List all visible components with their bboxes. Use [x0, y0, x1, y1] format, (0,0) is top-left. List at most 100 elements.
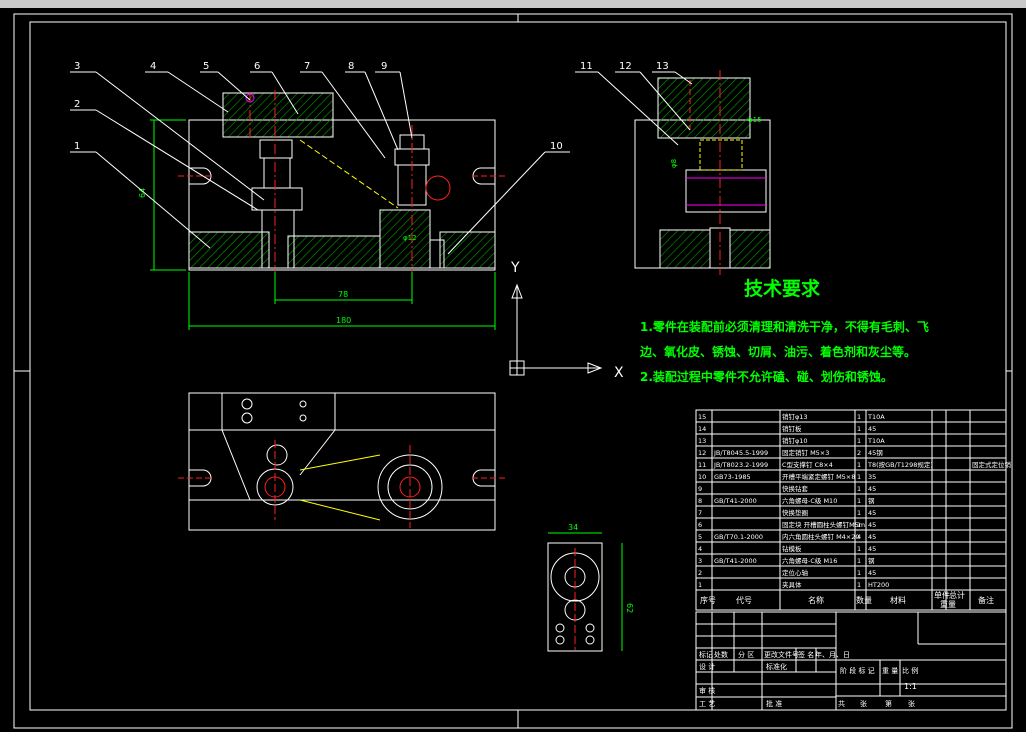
- bom-cell: 3: [698, 557, 702, 565]
- bom-cell: 1: [857, 581, 861, 589]
- bom-header-cell: 数量: [856, 595, 872, 605]
- part-number-7: 7: [304, 61, 310, 72]
- top-screw-hole-2: [241, 412, 253, 424]
- bom-cell: 1: [698, 581, 702, 589]
- bom-cell: 内六角圆柱头螺钉 M4×20: [782, 532, 860, 541]
- title-block: 标记 处数 分 区 更改文件号 签 名 年、月、日 设 计 标准化 阶 段 标 …: [695, 611, 1007, 711]
- bom-cell: GB/T70.1-2000: [714, 533, 763, 541]
- side-workpiece: [685, 169, 767, 213]
- support-circle: [425, 175, 451, 201]
- bom-cell: 45: [868, 485, 876, 493]
- tb-standard: 标准化: [766, 662, 787, 671]
- part-number-10: 10: [550, 141, 563, 152]
- bom-cell: 45: [868, 425, 876, 433]
- side-view: φ15 φ8: [634, 70, 771, 275]
- part-number-4: 4: [150, 61, 156, 72]
- bom-cell: 11: [698, 461, 706, 469]
- bom-cell: 快换垫圈: [782, 508, 808, 517]
- bom-cell: 1: [857, 497, 861, 505]
- bom-cell: 45: [868, 521, 876, 529]
- side-drill-plate: [657, 77, 751, 139]
- bom-cell: 定位心轴: [782, 568, 809, 577]
- bom-cell: 固定销钉 M5×3: [782, 448, 829, 457]
- bom-cell: 45: [868, 545, 876, 553]
- bom-header-cell: 材料: [890, 595, 906, 605]
- bom-header-cell: 总计: [949, 590, 965, 600]
- bom-cell: 45: [868, 509, 876, 517]
- detail-dim-width: 34: [568, 523, 578, 532]
- bom-cell: T10A: [867, 413, 885, 421]
- bom-header-cell: 备注: [978, 595, 994, 605]
- bom-cell: 1: [857, 473, 861, 481]
- bom-cell: 1: [857, 413, 861, 421]
- bom-cell: 8: [698, 497, 702, 505]
- top-pin-hole-2: [299, 414, 307, 422]
- bom-cell: 1: [857, 425, 861, 433]
- bom-cell: 销钉φ10: [782, 436, 808, 445]
- bom-cell: 1: [857, 545, 861, 553]
- part-number-2: 2: [74, 99, 80, 110]
- bom-cell: 快换钻套: [782, 484, 809, 493]
- detail-hole-2: [555, 635, 565, 645]
- mandrel-shaft: [263, 157, 291, 189]
- bom-cell: 6: [698, 521, 702, 529]
- window-titlebar: [0, 0, 1026, 8]
- top-mandrel-hole: [266, 444, 288, 466]
- detail-hole-1: [555, 623, 565, 633]
- drawing-canvas[interactable]: 64 78 180 φ12 3 2 1 4 5 6 7 8 9 10 φ15 φ…: [0, 8, 1026, 732]
- dim-78-text: 78: [338, 290, 348, 299]
- bom-cell: 六角螺母-C级 M16: [782, 556, 837, 565]
- bom-header-cell: 名称: [808, 595, 824, 605]
- tb-change-doc: 更改文件号: [764, 650, 799, 659]
- bom-cell: GB/T41-2000: [714, 557, 757, 565]
- ucs-x-label: X: [614, 365, 624, 381]
- tb-weight: 重 量: [882, 667, 898, 675]
- bom-cell: 六角螺母-C级 M10: [782, 496, 837, 505]
- bom-cell: 1: [857, 437, 861, 445]
- detail-hole-3: [585, 623, 595, 633]
- part-number-13: 13: [656, 61, 669, 72]
- bom-cell: 45钢: [868, 449, 883, 457]
- bom-cell: 1: [857, 485, 861, 493]
- bom-cell: 14: [698, 425, 706, 433]
- tech-line-3: 2.装配过程中零件不允许磕、碰、划伤和锈蚀。: [640, 369, 893, 384]
- part-number-3: 3: [74, 61, 80, 72]
- part-number-11: 11: [580, 61, 593, 72]
- side-dim-h: φ8: [670, 159, 678, 168]
- bom-cell: 固定块 开槽圆柱头螺钉M5m: [782, 520, 865, 529]
- bom-cell: 2: [857, 449, 861, 457]
- bom-cell: GB73-1985: [714, 473, 751, 481]
- bom-cell: HT200: [868, 581, 889, 589]
- dim-180-text: 180: [336, 316, 351, 325]
- tb-zone: 分 区: [738, 650, 754, 659]
- top-view: [178, 392, 506, 531]
- bom-cell: 夹具体: [782, 580, 802, 589]
- tb-date: 年、月、日: [815, 650, 850, 659]
- part-number-12: 12: [619, 61, 632, 72]
- bom-cell: 固定式定位销: [972, 460, 1012, 469]
- drill-plate: [222, 92, 334, 138]
- detail-hole-4: [585, 635, 595, 645]
- bom-cell: 销钉φ13: [782, 412, 808, 421]
- tb-design: 设 计: [699, 662, 715, 671]
- bom-cell: 1: [857, 557, 861, 565]
- bom-cell: 4: [698, 545, 702, 553]
- base-hatch: [188, 209, 496, 269]
- tb-total: 共: [838, 699, 845, 708]
- bom-cell: 45: [868, 569, 876, 577]
- side-hidden-bore: [699, 139, 743, 171]
- tb-nth: 第: [885, 699, 892, 708]
- ucs-icon: Y X: [509, 260, 624, 381]
- bom-cell: 7: [698, 509, 702, 517]
- part-number-5: 5: [203, 61, 209, 72]
- part-number-1: 1: [74, 141, 80, 152]
- tech-title: 技术要求: [744, 277, 821, 300]
- part-number-6: 6: [254, 61, 260, 72]
- bom-cell: JB/T8045.5-1999: [713, 449, 768, 457]
- bom-cell: T8(按GB/T1298规定): [867, 460, 933, 469]
- part-number-8: 8: [348, 61, 354, 72]
- bom-cell: 销钉板: [782, 424, 802, 433]
- tb-process: 工 艺: [699, 700, 715, 708]
- tb-sign: 签 名: [798, 650, 814, 659]
- bom-header-cell: 单件: [934, 590, 950, 600]
